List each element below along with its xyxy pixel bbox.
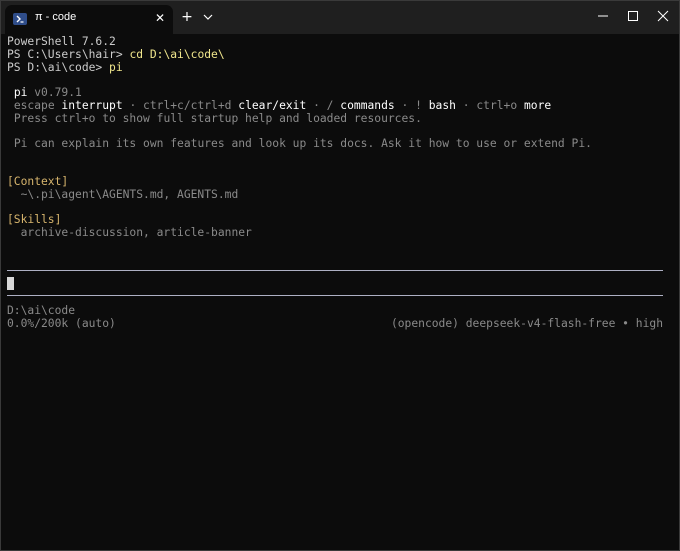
hint-commands: commands: [340, 99, 395, 112]
startup-help-text: Press ctrl+o to show full startup help a…: [13, 112, 422, 125]
terminal-window: π - code ✕ + PowerShell 7.6.2 PS C:\User…: [0, 0, 680, 551]
explain-message: Pi can explain its own features and look…: [7, 137, 592, 150]
prompt: PS C:\Users\hair>: [7, 48, 130, 61]
hint-slash: · /: [306, 99, 341, 112]
plus-icon[interactable]: +: [179, 9, 195, 25]
context-header: [Context]: [7, 175, 69, 188]
command-cd: cd D:\ai\code\: [129, 48, 225, 61]
close-icon[interactable]: ✕: [151, 9, 169, 27]
skills-list: archive-discussion, article-banner: [7, 226, 252, 239]
explain-text: Pi can explain its own features and look…: [13, 137, 592, 150]
model-indicator: (opencode) deepseek-v4-flash-free • high: [390, 317, 663, 330]
tab-title: π - code: [35, 11, 77, 23]
maximize-icon[interactable]: [617, 5, 649, 27]
current-directory: D:\ai\code: [7, 304, 76, 317]
input-bottom-border: [7, 295, 663, 296]
context-files: ~\.pi\agent\AGENTS.md, AGENTS.md: [7, 188, 239, 201]
hint-more: more: [523, 99, 552, 112]
title-bar: π - code ✕ +: [1, 1, 679, 34]
hint-ctrlo: · ctrl+o: [455, 99, 524, 112]
window-close-icon[interactable]: [647, 5, 679, 27]
keybinding-hints: escape interrupt · ctrl+c/ctrl+d clear/e…: [7, 99, 551, 112]
hint-interrupt: interrupt: [61, 99, 123, 112]
input-cursor[interactable]: [7, 277, 14, 290]
chevron-down-icon[interactable]: [201, 9, 215, 25]
terminal-content[interactable]: PowerShell 7.6.2 PS C:\Users\hair> cd D:…: [1, 34, 679, 550]
hint-bash: bash: [428, 99, 456, 112]
input-top-border: [7, 270, 663, 271]
command-pi: pi: [109, 61, 123, 74]
hint-clear-exit: clear/exit: [238, 99, 307, 112]
powershell-version: PowerShell 7.6.2: [7, 35, 116, 48]
tab-pi-code[interactable]: π - code ✕: [5, 5, 173, 34]
prompt: PS D:\ai\code>: [7, 61, 110, 74]
command-line-1: PS C:\Users\hair> cd D:\ai\code\: [7, 48, 225, 61]
minimize-icon[interactable]: [587, 5, 619, 27]
pi-version: v0.79.1: [27, 86, 82, 99]
command-line-2: PS D:\ai\code> pi: [7, 61, 123, 74]
hint-escape: escape: [13, 99, 62, 112]
hint-bang: · !: [394, 99, 429, 112]
skills-header: [Skills]: [7, 213, 62, 226]
hint-ctrlc: · ctrl+c/ctrl+d: [122, 99, 239, 112]
pi-version-line: pi v0.79.1: [7, 86, 82, 99]
context-usage: 0.0%/200k (auto): [7, 317, 116, 330]
powershell-icon: [13, 13, 27, 25]
pi-name: pi: [13, 86, 28, 99]
startup-help-hint: Press ctrl+o to show full startup help a…: [7, 112, 422, 125]
